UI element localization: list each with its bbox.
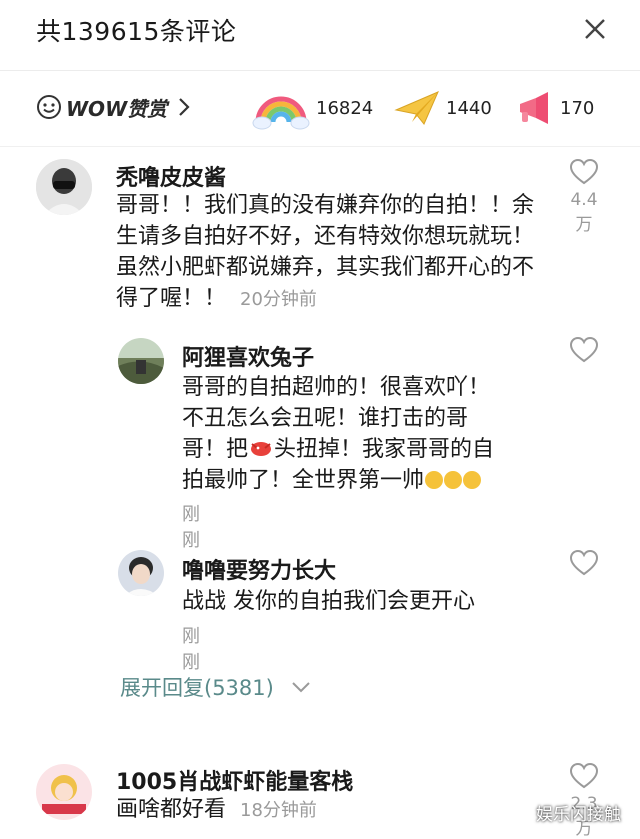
megaphone-icon <box>520 92 548 124</box>
laughing-emoji-icon <box>463 471 482 489</box>
avatar-image <box>36 764 92 820</box>
comment-count-title: 共139615条评论 <box>36 17 237 46</box>
reply-time: 刚刚 <box>182 626 200 673</box>
avatar-image <box>36 159 92 215</box>
reply-text-line: 不丑怎么会丑呢！谁打击的哥 <box>182 406 469 431</box>
expand-replies-label: 展开回复(5381) <box>120 676 274 700</box>
comment-time: 20分钟前 <box>240 289 317 310</box>
heart-icon <box>569 158 599 185</box>
heart-icon <box>569 549 599 576</box>
like-count: 4.4万 <box>570 190 598 235</box>
avatar[interactable] <box>118 550 164 596</box>
comment-text-line: 哥哥！！我们真的没有嫌弃你的自拍！！余 <box>116 193 535 218</box>
reaction-count: 16824 <box>316 97 374 119</box>
close-button[interactable] <box>578 12 612 46</box>
comment-body: 画啥都好看 18分钟前 <box>116 794 566 826</box>
reply-body: 哥哥的自拍超帅的！很喜欢吖！ 不丑怎么会丑呢！谁打击的哥 哥！把 头扭掉！我家哥哥… <box>182 372 522 496</box>
expand-replies-button[interactable]: 展开回复(5381) <box>120 672 314 702</box>
laughing-emoji-icon <box>444 471 463 489</box>
like-button[interactable] <box>564 336 604 368</box>
crayfish-emoji-icon <box>251 442 272 456</box>
comment-username[interactable]: 1005肖战虾虾能量客栈 <box>116 764 353 796</box>
comment-time: 18分钟前 <box>240 800 317 821</box>
reply-body: 战战 发你的自拍我们会更开心 <box>182 586 522 617</box>
heart-icon <box>569 336 599 363</box>
comment-text-line: 画啥都好看 <box>116 797 227 822</box>
reply-text-line: 拍最帅了！全世界第一帅 <box>182 468 425 493</box>
header-bar: 共139615条评论 <box>0 0 640 71</box>
reply-time: 刚刚 <box>182 504 200 551</box>
comment-text-line: 得了喔！！ <box>116 286 227 311</box>
close-icon <box>585 19 605 39</box>
reply-text-line: 头扭掉！我家哥哥的自 <box>274 437 495 462</box>
reaction-megaphone[interactable]: 170 <box>514 84 594 132</box>
comment-text-line: 虽然小肥虾都说嫌弃，其实我们都开心的不 <box>116 255 535 280</box>
like-button[interactable] <box>564 549 604 581</box>
rainbow-icon <box>252 96 310 130</box>
laughing-emoji-icon <box>425 471 444 489</box>
wow-reward-bar: WOW赞赏 16824 1440 170 <box>0 70 640 147</box>
reply-username[interactable]: 阿狸喜欢兔子 <box>182 340 314 372</box>
reaction-count: 1440 <box>446 97 492 119</box>
comment-username[interactable]: 秃噜皮皮酱 <box>116 160 226 192</box>
wow-reward-label: WOW赞赏 <box>66 96 168 121</box>
chevron-down-icon <box>292 682 310 693</box>
avatar[interactable] <box>36 159 92 215</box>
heart-icon <box>569 762 599 789</box>
avatar[interactable] <box>118 338 164 384</box>
reply-text-line: 哥哥的自拍超帅的！很喜欢吖！ <box>182 375 491 400</box>
wow-reward-button[interactable]: WOW赞赏 <box>36 92 195 122</box>
reply-text-line: 战战 发你的自拍我们会更开心 <box>182 589 475 614</box>
comment-body: 哥哥！！我们真的没有嫌弃你的自拍！！余 生请多自拍好不好，还有特效你想玩就玩！ … <box>116 190 566 315</box>
smiley-icon <box>37 95 61 119</box>
reply-text-line: 哥！把 <box>182 437 249 462</box>
reaction-rainbow[interactable]: 16824 <box>252 84 373 132</box>
like-button[interactable]: 4.4万 <box>564 158 604 235</box>
chevron-right-icon <box>179 98 190 116</box>
paper-plane-icon <box>394 91 439 125</box>
comment-text-line: 生请多自拍好不好，还有特效你想玩就玩！ <box>116 224 535 249</box>
avatar[interactable] <box>36 764 92 820</box>
reply-username[interactable]: 噜噜要努力长大 <box>182 553 336 585</box>
reaction-paper-plane[interactable]: 1440 <box>394 84 492 132</box>
avatar-image <box>118 550 164 596</box>
reaction-count: 170 <box>560 97 595 119</box>
avatar-image <box>118 338 164 384</box>
watermark: 娱乐闪接触 <box>536 805 621 825</box>
